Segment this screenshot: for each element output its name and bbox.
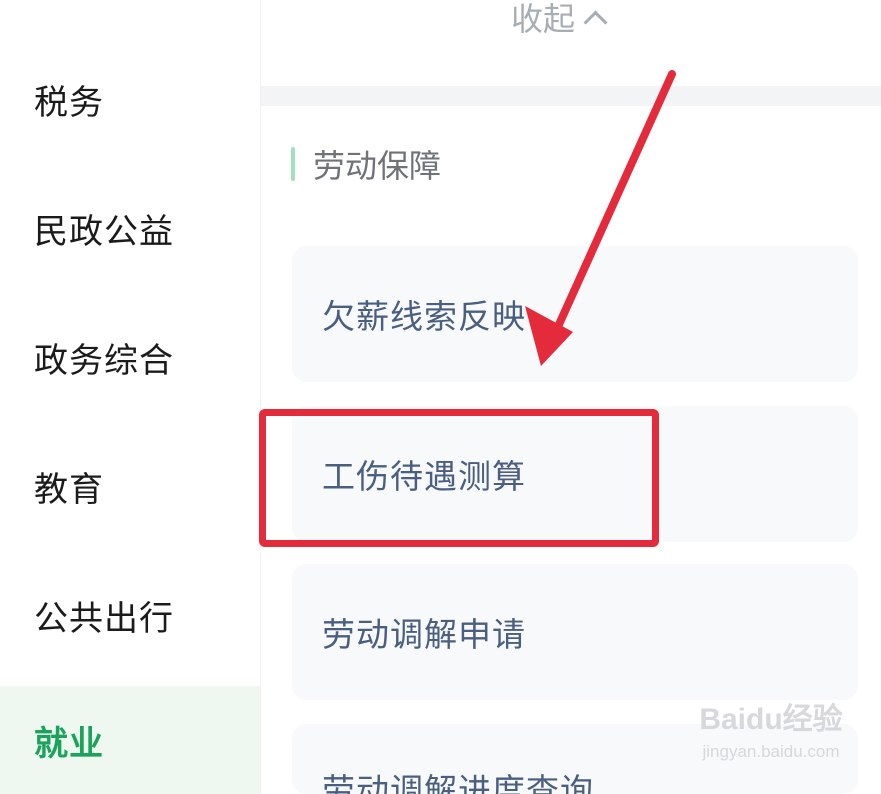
baidu-jingyan-watermark: Baidu经验 jingyan.baidu.com xyxy=(676,694,866,778)
watermark-url: jingyan.baidu.com xyxy=(702,742,840,761)
annotation-arrow-icon xyxy=(525,70,676,366)
watermark-text: Baidu经验 xyxy=(699,703,843,736)
